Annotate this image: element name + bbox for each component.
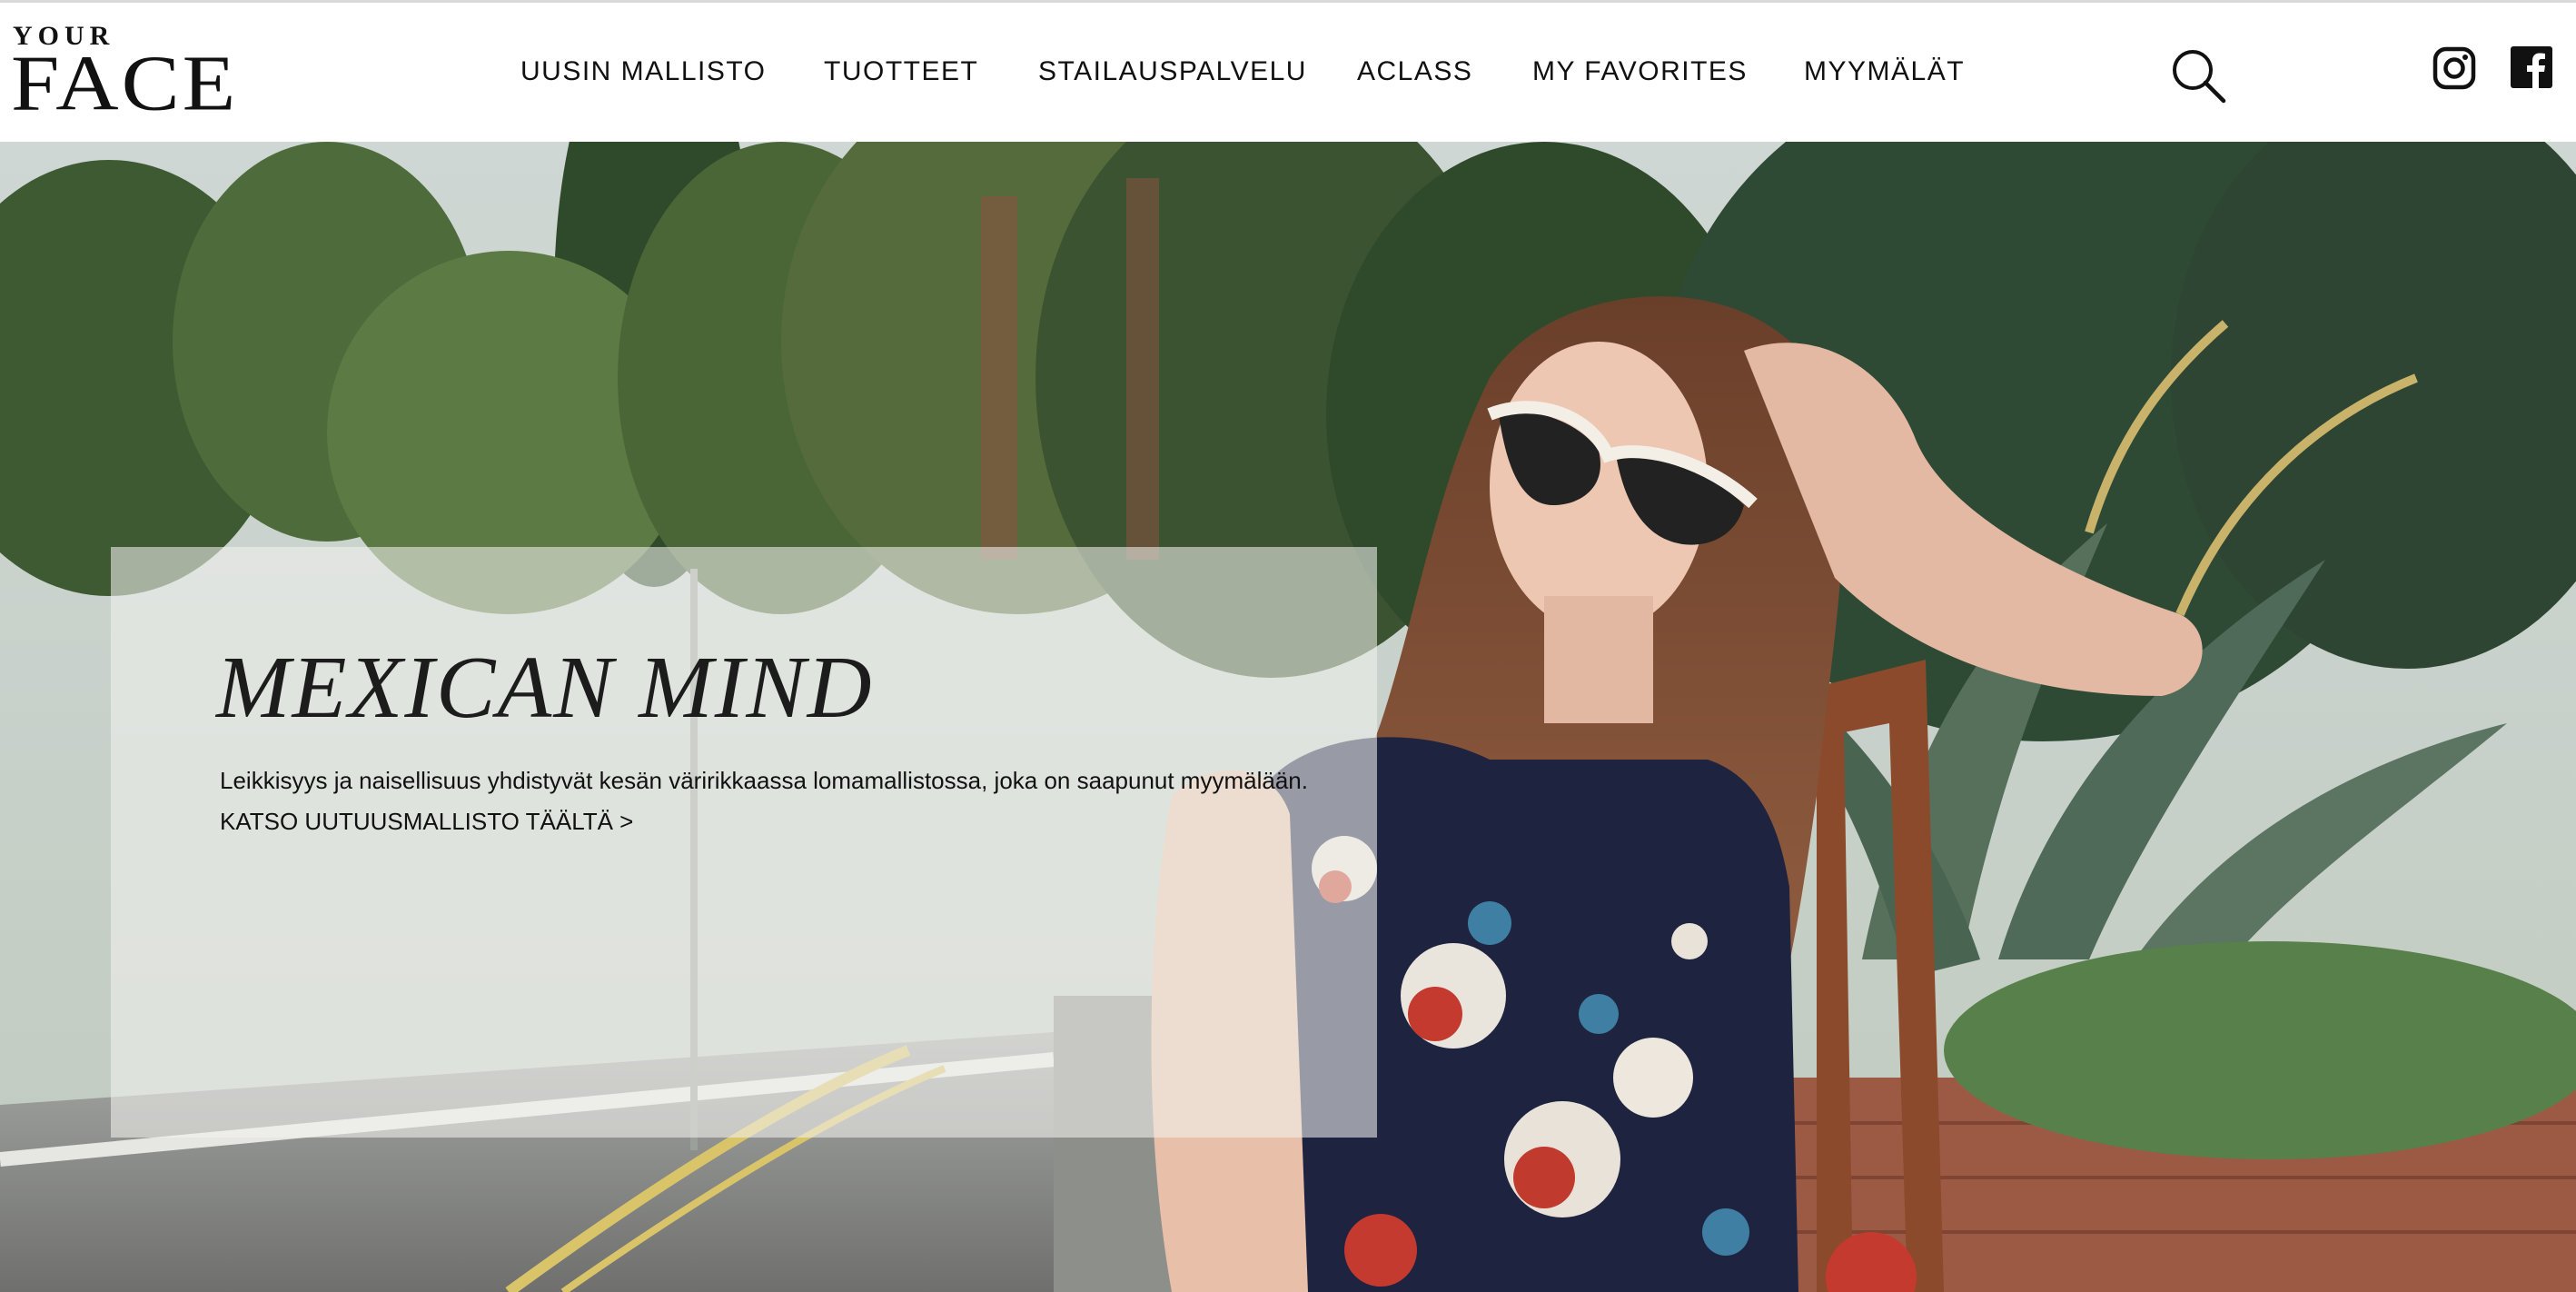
instagram-icon[interactable] — [2432, 46, 2476, 90]
nav-item-myymalat[interactable]: MYYMÄLÄT — [1804, 55, 1965, 88]
nav-item-aclass[interactable]: ACLASS — [1357, 55, 1472, 88]
nav-item-tuotteet[interactable]: TUOTTEET — [824, 55, 978, 88]
hero-banner: MEXICAN MIND Leikkisyys ja naisellisuus … — [0, 142, 2576, 1292]
nav-item-uusin-mallisto[interactable]: UUSIN MALLISTO — [520, 55, 767, 88]
hero-description: Leikkisyys ja naisellisuus yhdistyvät ke… — [220, 767, 1308, 794]
site-header: YOUR FACE UUSIN MALLISTO TUOTTEET STAILA… — [0, 3, 2576, 142]
search-icon[interactable] — [2171, 48, 2227, 104]
nav-item-my-favorites[interactable]: MY FAVORITES — [1532, 55, 1748, 88]
nav-item-stailauspalvelu[interactable]: STAILAUSPALVELU — [1038, 55, 1307, 88]
hero-text-panel: MEXICAN MIND Leikkisyys ja naisellisuus … — [111, 547, 1377, 1138]
hero-headline: MEXICAN MIND — [216, 639, 874, 737]
view-collection-link[interactable]: KATSO UUTUUSMALLISTO TÄÄLTÄ > — [220, 806, 633, 837]
facebook-icon[interactable] — [2511, 46, 2552, 88]
